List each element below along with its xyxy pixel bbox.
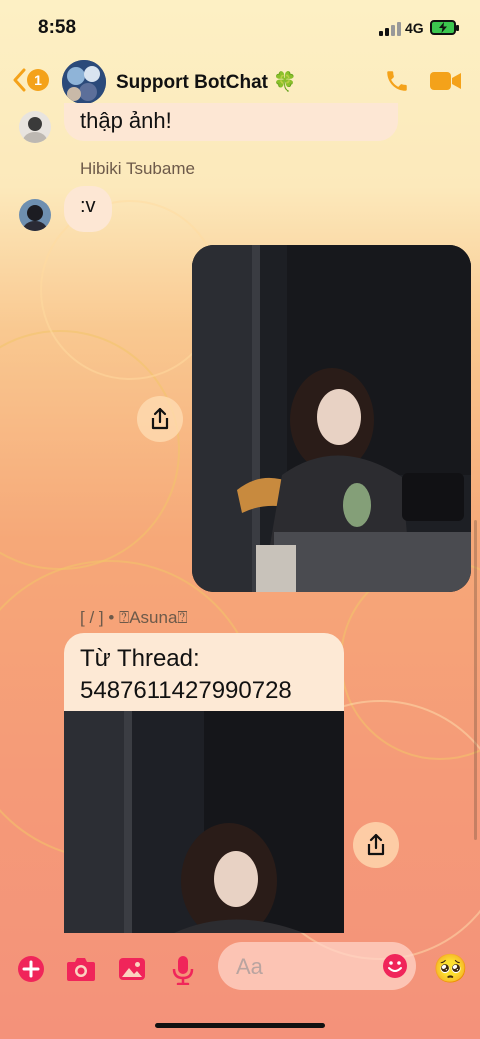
video-call-button[interactable] [430, 70, 462, 97]
microphone-icon [172, 956, 194, 986]
phone-icon [387, 71, 407, 91]
clock: 8:58 [38, 17, 77, 38]
sender-name: Hibiki Tsubame [80, 159, 195, 178]
unread-badge: 1 [27, 69, 49, 91]
chat-title[interactable]: Support BotChat 🍀 [116, 70, 297, 94]
message-text: :v [80, 195, 96, 217]
network-type: 4G [405, 20, 424, 36]
group-avatar[interactable] [62, 60, 106, 104]
photo-image [192, 245, 471, 592]
call-button[interactable] [384, 68, 410, 99]
composer-bar: Aa 🥺 [0, 940, 480, 1000]
photo-image [64, 711, 344, 933]
quick-reaction-button[interactable]: 🥺 [433, 954, 468, 984]
message-bubble[interactable]: :v [64, 186, 112, 232]
smiley-icon [383, 954, 407, 978]
message-input[interactable]: Aa [218, 942, 416, 990]
message-text: thập ảnh! [80, 108, 172, 133]
avatar[interactable] [19, 111, 51, 143]
share-icon [367, 833, 385, 856]
video-camera-icon [430, 72, 461, 90]
sender-name: [ / ] • ⍰Asuna⍰ [80, 608, 188, 627]
message-placeholder: Aa [236, 954, 263, 979]
voice-button[interactable] [170, 955, 196, 990]
status-bar: 8:58 4G [0, 0, 480, 56]
chevron-left-icon [13, 68, 26, 92]
add-button[interactable] [17, 955, 45, 988]
message-bubble[interactable]: Từ Thread: 5487611427990728 [64, 633, 344, 933]
message-bubble[interactable]: thập ảnh! [64, 103, 398, 141]
share-button[interactable] [137, 396, 183, 442]
thread-label: Từ Thread: [80, 645, 200, 672]
back-button[interactable]: 1 [12, 68, 49, 92]
signal-icon [379, 22, 401, 36]
thread-info: Từ Thread: 5487611427990728 [64, 633, 344, 711]
image-icon [119, 958, 145, 980]
emoji-button[interactable] [382, 953, 408, 984]
chat-header: 1 Support BotChat 🍀 [0, 56, 480, 108]
plus-circle-icon [18, 956, 44, 982]
scrollbar[interactable] [474, 520, 477, 840]
avatar[interactable] [19, 199, 51, 231]
battery-charging-icon [430, 20, 459, 35]
camera-button[interactable] [66, 955, 96, 988]
share-button[interactable] [353, 822, 399, 868]
home-indicator [155, 1023, 325, 1028]
share-icon [151, 407, 169, 430]
gallery-button[interactable] [118, 955, 146, 988]
thread-id: 5487611427990728 [80, 677, 292, 704]
photo-message[interactable] [192, 245, 471, 592]
camera-icon [67, 958, 95, 981]
